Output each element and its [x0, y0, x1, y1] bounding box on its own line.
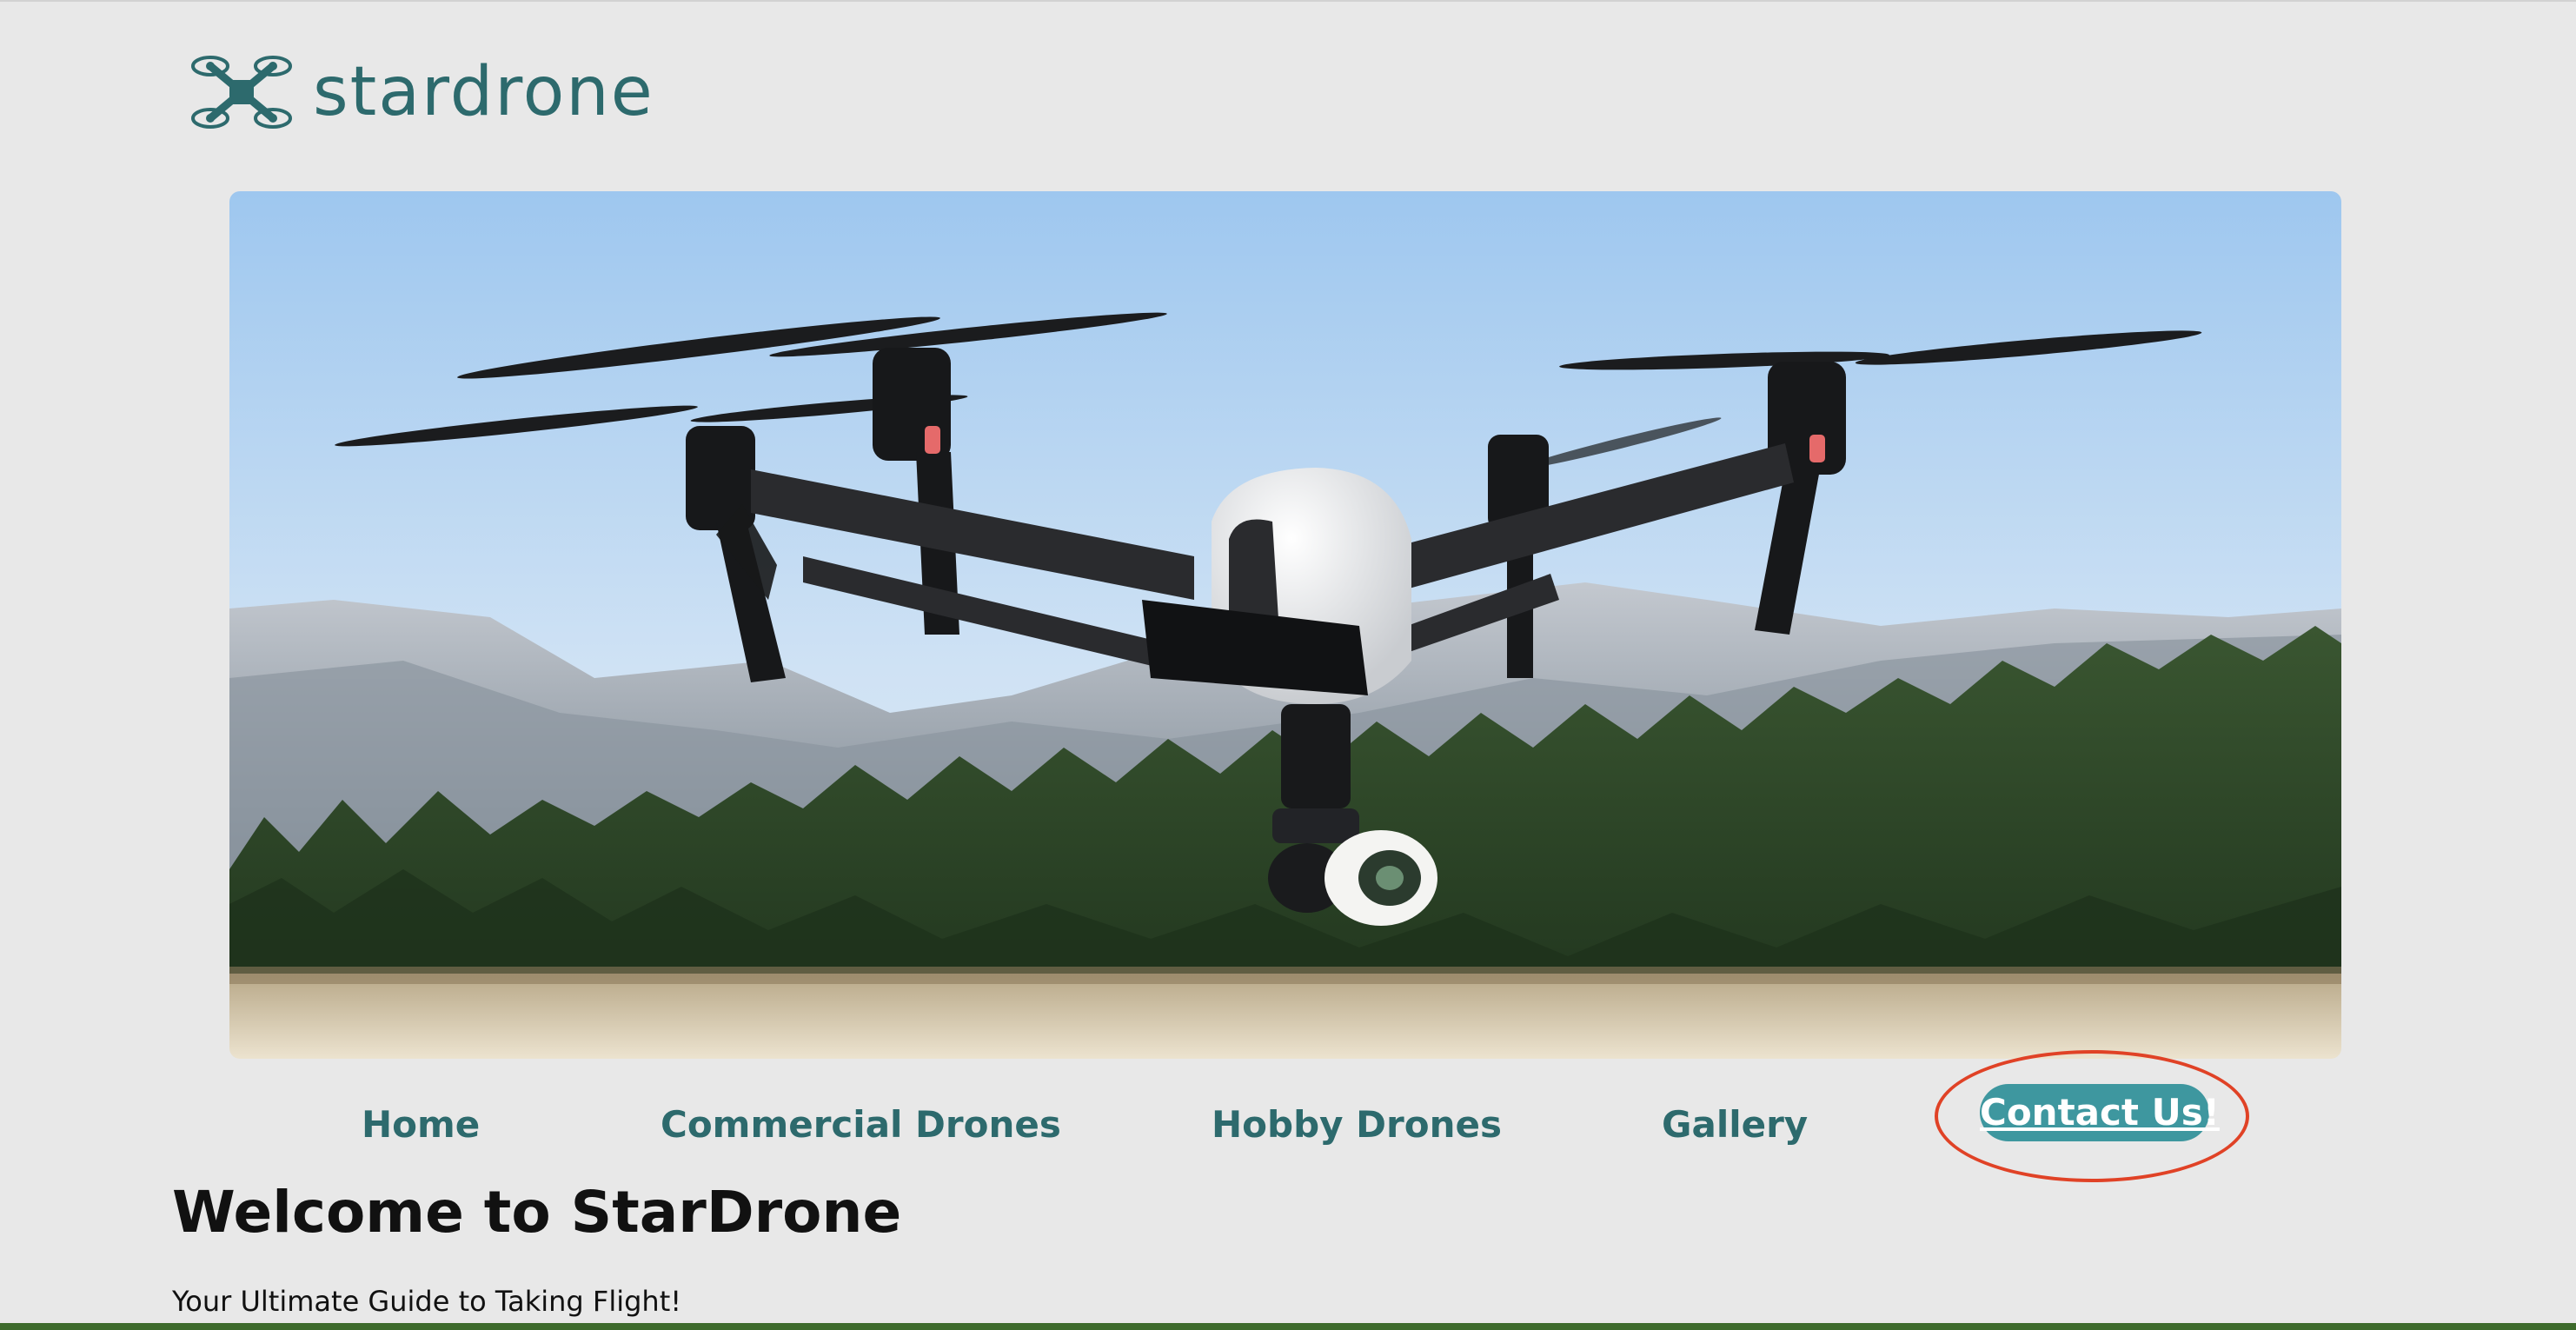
drone-over-mountains-photo — [229, 191, 2341, 1059]
site-logo[interactable]: stardrone — [191, 49, 654, 136]
logo-text: stardrone — [313, 53, 654, 131]
page-bottom-strip — [0, 1323, 2576, 1330]
nav-hobby-drones[interactable]: Hobby Drones — [1212, 1099, 1502, 1151]
nav-gallery[interactable]: Gallery — [1662, 1099, 1808, 1151]
quadcopter-icon — [191, 56, 292, 129]
nav-commercial-drones[interactable]: Commercial Drones — [661, 1099, 1061, 1151]
page-title: Welcome to StarDrone — [172, 1179, 902, 1246]
tagline: Your Ultimate Guide to Taking Flight! — [172, 1285, 682, 1318]
contact-us-button[interactable]: Contact Us! — [1980, 1084, 2220, 1141]
nav-home[interactable]: Home — [362, 1099, 480, 1151]
page-top-border — [0, 0, 2576, 2]
hero-image — [229, 191, 2341, 1059]
